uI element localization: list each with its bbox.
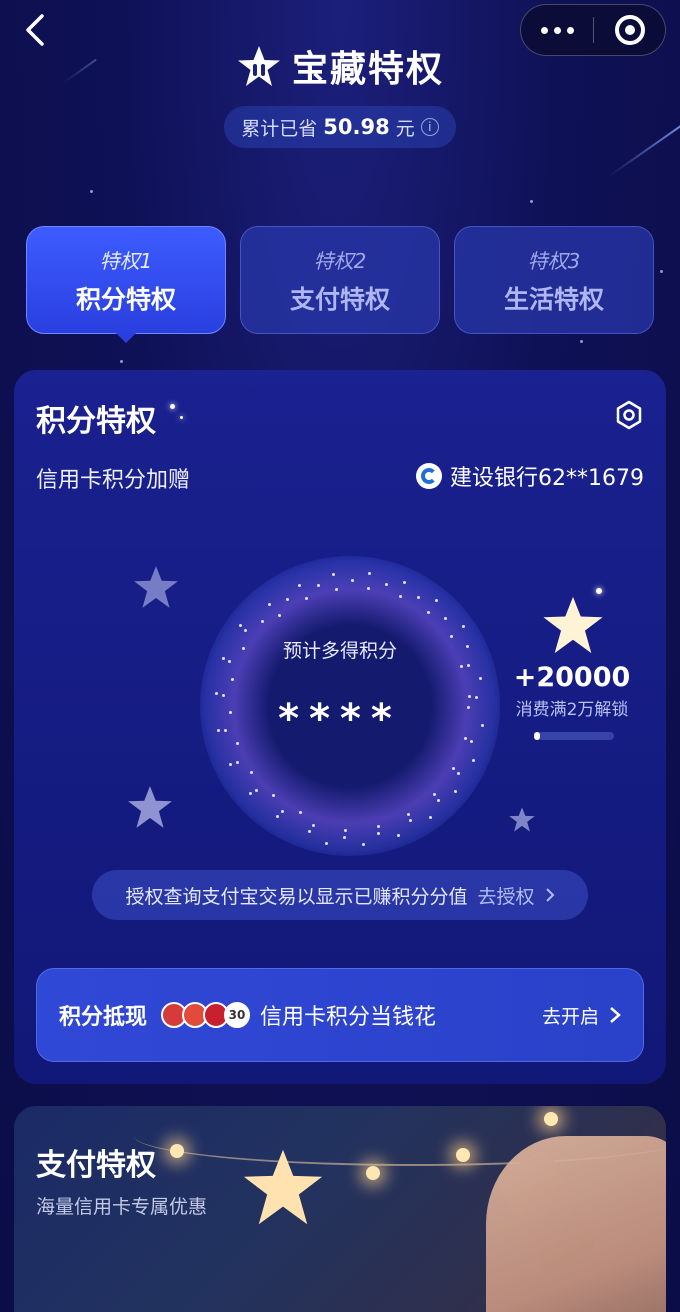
- halo-sparkle: [472, 758, 476, 762]
- tab-index-label: 特权2: [313, 248, 367, 273]
- card-subtitle: 海量信用卡专属优惠: [36, 1196, 208, 1218]
- halo-sparkle: [277, 613, 281, 617]
- halo-sparkle: [255, 788, 259, 792]
- sparkle-icon: [180, 416, 183, 419]
- star-icon: [128, 786, 172, 828]
- light-bulb: [544, 1112, 558, 1126]
- bonus-unlock: +20000 消费满2万解锁: [512, 662, 632, 720]
- card-subtitle: 信用卡积分加赠: [36, 468, 191, 493]
- exchange-label: 积分抵现: [59, 1005, 148, 1030]
- tab-label: 生活特权: [503, 284, 604, 314]
- halo-sparkle: [342, 835, 346, 839]
- hand-image: [486, 1136, 666, 1312]
- light-bulb: [170, 1144, 184, 1158]
- exchange-desc: 信用卡积分当钱花: [260, 1005, 437, 1030]
- bank-logos: 30: [161, 1002, 251, 1028]
- bg-star: [530, 200, 533, 203]
- tab-label: 支付特权: [289, 284, 390, 314]
- savings-amount: 50.98: [323, 115, 390, 139]
- tab-index-label: 特权1: [99, 248, 153, 273]
- halo-sparkle: [260, 619, 264, 623]
- bank-card-label: 建设银行62**1679: [450, 466, 644, 491]
- bonus-points: +20000: [513, 662, 631, 693]
- page-header: 宝藏特权: [0, 40, 680, 92]
- light-bulb: [366, 1166, 380, 1180]
- bonus-condition: 消费满2万解锁: [515, 700, 629, 720]
- halo-sparkle: [466, 663, 470, 667]
- authorize-query-banner[interactable]: 授权查询支付宝交易以显示已赚积分分值 去授权: [92, 870, 588, 920]
- savings-badge[interactable]: 累计已省 50.98 元 i: [224, 106, 456, 148]
- tab-life[interactable]: 特权3 生活特权: [454, 226, 654, 334]
- gear-icon: [616, 400, 642, 430]
- tab-payment[interactable]: 特权2 支付特权: [240, 226, 440, 334]
- page-title: 宝藏特权: [291, 49, 444, 90]
- authorize-link[interactable]: 去授权: [478, 882, 535, 909]
- halo-sparkle: [397, 833, 401, 837]
- page: 宝藏特权 累计已省 50.98 元 i 特权1 积分特权 特权2 支付特权 特权…: [0, 0, 680, 1312]
- points-privilege-card: 积分特权 信用卡积分加赠 建设银行62**1679 预计多得积分 **** +2…: [14, 370, 666, 1084]
- card-title: 支付特权: [36, 1148, 156, 1183]
- halo-sparkle: [239, 623, 243, 627]
- info-icon[interactable]: i: [420, 118, 439, 136]
- sparkle-icon: [596, 588, 602, 594]
- bank-count-badge: 30: [224, 1002, 251, 1028]
- settings-button[interactable]: [614, 400, 644, 430]
- bank-logo-icon: [416, 463, 443, 489]
- enable-label: 去开启: [541, 1005, 599, 1028]
- halo-sparkle: [311, 823, 315, 827]
- halo-sparkle: [361, 842, 365, 846]
- more-icon-dot: [566, 26, 574, 34]
- tab-points[interactable]: 特权1 积分特权: [26, 226, 226, 343]
- bonus-star-icon: [543, 596, 603, 654]
- halo-sparkle: [398, 595, 402, 599]
- savings-unit: 元: [395, 117, 415, 140]
- halo-sparkle: [350, 579, 354, 582]
- halo-sparkle: [461, 624, 465, 628]
- more-icon-dot: [553, 26, 561, 34]
- halo-sparkle: [298, 811, 302, 815]
- star-lamp-icon: [243, 1149, 323, 1225]
- chevron-right-icon: [545, 888, 554, 902]
- bg-star: [90, 190, 93, 193]
- halo-sparkle: [244, 629, 248, 632]
- savings-prefix: 累计已省: [241, 117, 318, 140]
- star-logo-icon: [237, 46, 280, 86]
- bg-star: [120, 360, 123, 363]
- tab-label: 积分特权: [75, 284, 176, 314]
- halo-sparkle: [267, 602, 271, 606]
- halo-sparkle: [428, 815, 432, 819]
- bg-star: [580, 340, 583, 343]
- halo-sparkle: [416, 595, 420, 599]
- bank-logo-mark: [421, 468, 438, 484]
- bg-star: [660, 270, 663, 273]
- bank-card-selector[interactable]: 建设银行62**1679: [416, 460, 644, 492]
- auth-text: 授权查询支付宝交易以显示已赚积分分值: [125, 885, 468, 908]
- more-icon: [540, 26, 548, 34]
- sparkle-icon: [170, 404, 175, 409]
- payment-privilege-card[interactable]: 支付特权 海量信用卡专属优惠: [14, 1106, 666, 1312]
- enable-button[interactable]: 去开启: [542, 1002, 621, 1029]
- points-exchange-row[interactable]: 积分抵现 30 信用卡积分当钱花 去开启: [36, 968, 644, 1062]
- light-bulb: [456, 1148, 470, 1162]
- star-icon: [509, 807, 535, 832]
- halo-sparkle: [235, 761, 239, 765]
- halo-sparkle: [304, 597, 308, 601]
- bonus-progress-fill: [534, 732, 541, 740]
- halo-sparkle: [324, 841, 328, 845]
- halo-sparkle: [436, 798, 440, 802]
- halo-sparkle: [407, 812, 411, 816]
- halo-sparkle: [384, 582, 388, 586]
- halo-sparkle: [228, 762, 232, 766]
- bonus-progress-bar: [534, 732, 614, 740]
- star-icon: [134, 566, 178, 608]
- chevron-right-icon: [610, 1007, 621, 1023]
- card-title: 积分特权: [36, 404, 156, 439]
- halo-sparkle: [297, 583, 301, 587]
- halo-sparkle: [459, 664, 463, 668]
- halo-sparkle: [432, 792, 436, 796]
- meteor-streak: [607, 124, 680, 178]
- tab-index-label: 特权3: [527, 248, 581, 273]
